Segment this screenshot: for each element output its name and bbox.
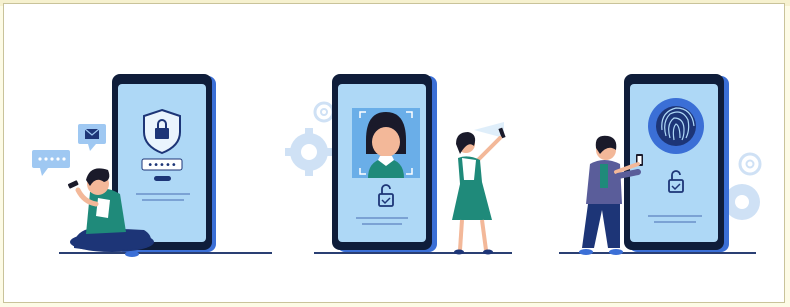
shield-lock-icon [143,108,181,155]
panel-face-login [285,74,512,255]
fingerprint-icon [648,98,704,154]
gear-outline-icon [313,101,335,123]
submit-pill [154,176,171,181]
panel-fingerprint-login [559,74,762,255]
woman-with-phone [452,122,506,255]
gear-outline-icon [738,152,762,176]
phone-2 [332,74,437,252]
gear-icon [724,184,760,220]
gear-icon [285,128,333,176]
phone-1: ••••• [112,74,216,252]
illustration-canvas: ••••• [32,74,762,257]
face-avatar [366,112,406,178]
illustration-frame: ••••• [3,3,785,303]
masked-pin: ••••• [147,160,177,171]
chat-bubble-icon [32,150,70,176]
mail-bubble-icon [78,124,106,151]
panel-pin-login: ••••• [32,74,272,257]
